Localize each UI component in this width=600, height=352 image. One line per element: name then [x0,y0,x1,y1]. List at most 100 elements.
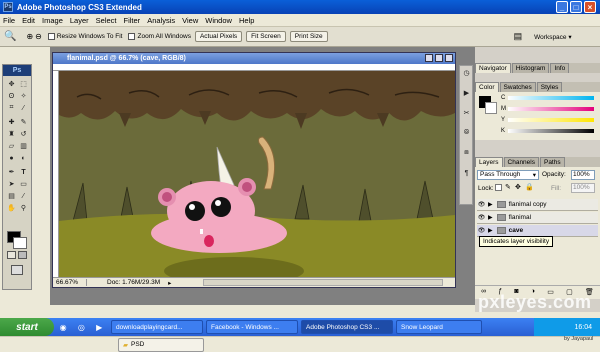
crop-tool-icon[interactable]: ⌗ [6,103,17,113]
fill-input[interactable]: 100% [571,183,595,193]
zoom-tool-box-icon[interactable]: ⚲ [18,203,29,213]
menu-image[interactable]: Image [42,16,63,25]
lock-all-icon[interactable]: 🔒 [525,183,534,191]
dodge-tool-icon[interactable]: ◐ [18,153,29,163]
doc-size[interactable]: Doc: 1.76M/29.3M [107,279,160,286]
gradient-tool-icon[interactable]: ▥ [18,141,29,151]
zoom-all-checkbox[interactable] [128,32,136,40]
standard-mode-icon[interactable] [7,251,16,259]
zoom-all-option[interactable]: Zoom All Windows [128,32,191,40]
layer-row[interactable]: 👁 ▶ flanimal [477,212,598,224]
tab-styles[interactable]: Styles [536,82,563,92]
print-size-button[interactable]: Print Size [289,31,328,42]
task-downloads[interactable]: downloadplayingcard... [111,320,203,334]
task-snow-leopard[interactable]: Snow Leopard [396,320,482,334]
pen-tool-icon[interactable]: ✒ [6,167,17,177]
slice-tool-icon[interactable]: ⁄ [18,103,29,113]
ruler-horizontal[interactable] [53,64,455,71]
clone-source-icon[interactable]: ⧈ [461,148,472,158]
doc-close-button[interactable] [445,54,453,62]
start-button[interactable]: start [0,318,54,336]
zoom-tool-icon[interactable]: 🔍 [4,31,16,42]
type-tool-icon[interactable]: T [18,167,29,177]
tab-swatches[interactable]: Swatches [499,82,536,92]
tool-presets-icon[interactable]: ✂ [461,108,472,118]
channel-k-slider[interactable] [508,129,594,133]
history-brush-icon[interactable]: ↺ [18,129,29,139]
opacity-input[interactable]: 100% [571,170,595,180]
brushes-panel-icon[interactable]: ⦾ [461,128,472,138]
workspace-menu[interactable]: Workspace ▾ [534,33,571,41]
browser-icon[interactable]: ◎ [78,323,85,332]
task-psd-folder[interactable]: ▰ PSD [118,337,204,352]
actions-panel-icon[interactable]: ▶ [461,88,472,98]
menu-view[interactable]: View [182,16,198,25]
magic-wand-icon[interactable]: ✧ [18,91,29,101]
expand-triangle-icon[interactable]: ▶ [488,227,493,234]
tab-channels[interactable]: Channels [503,157,539,167]
lock-pixels-icon[interactable]: ✎ [505,183,511,191]
screen-mode-icon[interactable] [11,265,23,275]
dock-icon[interactable]: ▤ [514,31,523,42]
tab-navigator[interactable]: Navigator [475,63,511,73]
menu-layer[interactable]: Layer [70,16,89,25]
brush-tool-icon[interactable]: ✎ [18,117,29,127]
resize-windows-checkbox[interactable] [47,32,55,40]
tab-color[interactable]: Color [475,82,499,92]
tab-histogram[interactable]: Histogram [511,63,550,73]
tab-info[interactable]: Info [550,63,570,73]
horizontal-scrollbar[interactable] [203,279,443,286]
quick-mask-icon[interactable] [18,251,27,259]
marquee-tool-icon[interactable]: ⬚ [18,79,29,89]
zoom-level[interactable]: 66.67% [53,279,87,286]
notes-tool-icon[interactable]: ▤ [6,191,17,201]
menu-help[interactable]: Help [239,16,254,25]
tab-layers[interactable]: Layers [475,157,503,167]
zoom-out-icon[interactable]: ⊖ [35,32,42,41]
tray-clock[interactable]: 16:04 [574,324,592,331]
color-bg-swatch[interactable] [485,102,497,114]
lasso-tool-icon[interactable]: ʘ [6,91,17,101]
doc-minimize-button[interactable] [425,54,433,62]
close-button[interactable]: × [584,1,596,13]
hand-tool-icon[interactable]: ✋ [6,203,17,213]
document-tab[interactable]: flanimal.psd @ 66.7% (cave, RGB/8) [53,53,455,64]
background-color-swatch[interactable] [13,237,27,249]
menu-window[interactable]: Window [205,16,232,25]
task-photoshop[interactable]: Adobe Photoshop CS3 ... [301,320,393,334]
media-icon[interactable]: ▶ [96,323,102,332]
minimize-button[interactable]: _ [556,1,568,13]
paragraph-panel-icon[interactable]: ¶ [461,168,472,178]
zoom-in-icon[interactable]: ⊕ [26,32,33,41]
resize-windows-option[interactable]: Resize Windows To Fit [47,32,122,40]
maximize-button[interactable]: □ [570,1,582,13]
eraser-tool-icon[interactable]: ▱ [6,141,17,151]
expand-triangle-icon[interactable]: ▶ [488,201,493,208]
visibility-eye-icon[interactable]: 👁 [477,226,486,236]
healing-brush-icon[interactable]: ✚ [6,117,17,127]
task-facebook[interactable]: Facebook - Windows ... [206,320,298,334]
move-tool-icon[interactable]: ✥ [6,79,17,89]
blur-tool-icon[interactable]: ● [6,153,17,163]
eyedropper-icon[interactable]: ⁄ [18,191,29,201]
channel-c-slider[interactable] [508,96,594,100]
menu-file[interactable]: File [3,16,15,25]
lock-transparent-icon[interactable] [495,184,502,191]
blend-mode-select[interactable]: Pass Through ▾ [477,170,539,180]
channel-m-slider[interactable] [508,107,594,111]
menu-edit[interactable]: Edit [22,16,35,25]
visibility-eye-icon[interactable]: 👁 [477,200,486,210]
image-canvas[interactable] [59,71,455,277]
status-menu-arrow-icon[interactable]: ▸ [168,279,171,287]
lock-position-icon[interactable]: ✥ [515,183,521,191]
channel-y-slider[interactable] [508,118,594,122]
menu-select[interactable]: Select [96,16,117,25]
menu-analysis[interactable]: Analysis [147,16,175,25]
shape-tool-icon[interactable]: ▭ [18,179,29,189]
actual-pixels-button[interactable]: Actual Pixels [194,31,243,42]
clone-stamp-icon[interactable]: ♜ [6,129,17,139]
explorer-icon[interactable]: ◉ [60,323,67,332]
path-select-icon[interactable]: ➤ [6,179,17,189]
doc-maximize-button[interactable] [435,54,443,62]
layer-row[interactable]: 👁 ▶ flanimal copy [477,199,598,211]
